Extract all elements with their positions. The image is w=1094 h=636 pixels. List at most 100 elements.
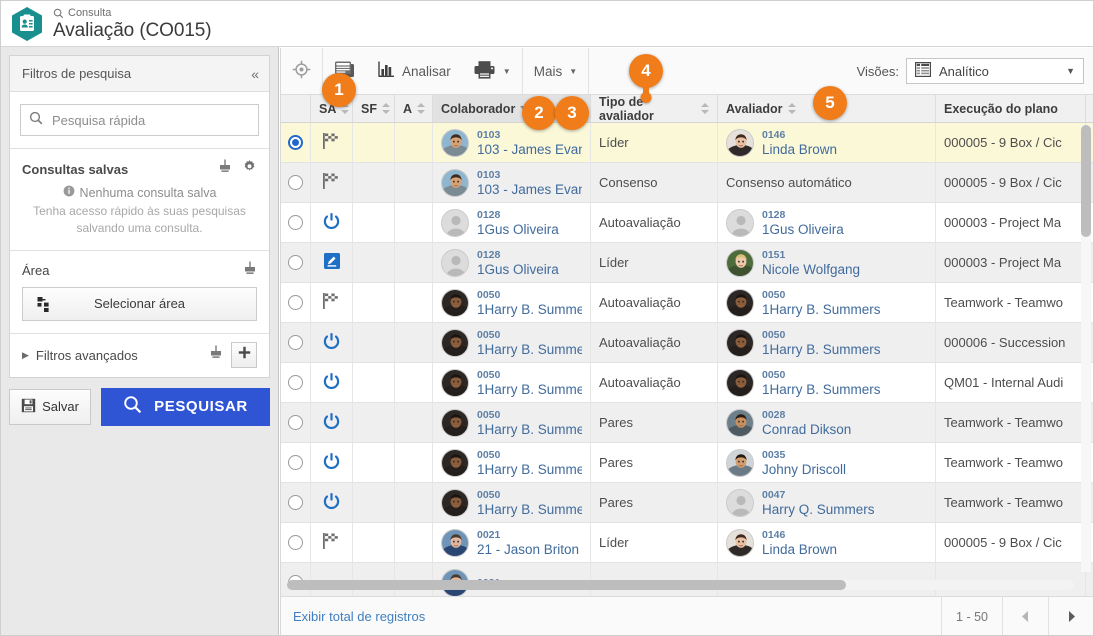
person-name[interactable]: 1Harry B. Summers (477, 342, 582, 357)
show-total-records-link[interactable]: Exibir total de registros (293, 609, 425, 624)
sort-icon[interactable] (417, 103, 425, 114)
row-select-cell[interactable] (281, 403, 311, 442)
search-input[interactable] (50, 111, 250, 129)
person-name[interactable]: 21 - Jason Briton (477, 542, 579, 557)
column-header-tipo-avaliador[interactable]: Tipo de avaliador (591, 95, 718, 123)
quick-search-box[interactable] (20, 104, 259, 136)
row-radio[interactable] (288, 135, 303, 150)
table-row[interactable]: 0021 21 - Jason Briton Líder 0146 Linda Brow… (281, 523, 1093, 563)
person-name[interactable]: 1Harry B. Summers (762, 382, 881, 397)
sort-icon[interactable] (787, 103, 797, 114)
grid-horizontal-scroll-thumb[interactable] (287, 580, 846, 590)
person-name[interactable]: 1Harry B. Summers (477, 502, 582, 517)
person-name[interactable]: 1Harry B. Summers (477, 302, 582, 317)
row-radio[interactable] (288, 215, 303, 230)
power-icon[interactable] (322, 412, 341, 434)
checkered-flag-icon[interactable] (322, 172, 341, 193)
person-name[interactable]: Linda Brown (762, 142, 837, 157)
row-select-cell[interactable] (281, 483, 311, 522)
person-name[interactable]: 1Harry B. Summers (762, 302, 881, 317)
row-radio[interactable] (288, 295, 303, 310)
advanced-filters-toggle[interactable]: ▶ Filtros avançados (22, 348, 201, 363)
table-row[interactable]: 0103 103 - James Evans Consenso Consenso au… (281, 163, 1093, 203)
person-name[interactable]: 103 - James Evans (477, 182, 582, 197)
row-radio[interactable] (288, 535, 303, 550)
more-button[interactable]: Mais ▼ (523, 48, 588, 95)
grid-horizontal-scrollbar[interactable] (287, 580, 1074, 590)
clear-filter-icon[interactable] (243, 261, 257, 281)
analyze-button[interactable]: Analisar (367, 48, 462, 95)
pagination-prev-button[interactable] (1002, 596, 1048, 635)
table-row[interactable]: 00501Harry B. SummersAutoavaliação00501H… (281, 283, 1093, 323)
person-name[interactable]: 1Gus Oliveira (477, 222, 559, 237)
row-select-cell[interactable] (281, 363, 311, 402)
row-radio[interactable] (288, 375, 303, 390)
table-row[interactable]: 00501Harry B. Summers Pares 0035Johny Dris… (281, 443, 1093, 483)
person-name[interactable]: 1Harry B. Summers (477, 422, 582, 437)
row-select-cell[interactable] (281, 443, 311, 482)
views-select[interactable]: Analítico ▼ (906, 58, 1084, 84)
power-icon[interactable] (322, 452, 341, 474)
table-row[interactable]: 0128 1Gus Oliveira Autoavaliação 0128 1Gus O… (281, 203, 1093, 243)
table-row[interactable]: 00501Harry B. Summers Pares 0047Harry Q. S… (281, 483, 1093, 523)
row-select-cell[interactable] (281, 323, 311, 362)
table-row[interactable]: 0128 1Gus Oliveira Líder 0151 Nicole Wolfgan… (281, 243, 1093, 283)
row-select-cell[interactable] (281, 523, 311, 562)
person-name[interactable]: Linda Brown (762, 542, 837, 557)
power-icon[interactable] (322, 332, 341, 354)
person-name[interactable]: Conrad Dikson (762, 422, 851, 437)
row-radio[interactable] (288, 335, 303, 350)
table-row[interactable]: 00501Harry B. Summers Pares 0028Conrad Dik… (281, 403, 1093, 443)
person-name[interactable]: 1Harry B. Summers (477, 382, 582, 397)
print-button[interactable]: ▼ (462, 48, 522, 95)
gear-icon[interactable] (242, 159, 257, 179)
add-filter-button[interactable] (231, 342, 257, 369)
row-radio[interactable] (288, 255, 303, 270)
row-select-cell[interactable] (281, 283, 311, 322)
person-name[interactable]: 1Harry B. Summers (762, 342, 881, 357)
column-header-sf[interactable]: SF (353, 95, 395, 122)
row-radio[interactable] (288, 455, 303, 470)
clear-filter-icon[interactable] (218, 159, 232, 179)
power-icon[interactable] (322, 372, 341, 394)
save-button[interactable]: Salvar (9, 388, 91, 425)
row-radio[interactable] (288, 415, 303, 430)
checkered-flag-icon[interactable] (322, 292, 341, 313)
row-radio[interactable] (288, 495, 303, 510)
target-button[interactable] (281, 48, 322, 95)
pagination-next-button[interactable] (1048, 596, 1093, 635)
grid-vertical-scroll-thumb[interactable] (1081, 125, 1091, 237)
sort-icon[interactable] (381, 103, 391, 114)
person-name[interactable]: Nicole Wolfgang (762, 262, 860, 277)
clear-filter-icon[interactable] (209, 345, 223, 365)
person-name[interactable]: 1Gus Oliveira (762, 222, 844, 237)
row-select-cell[interactable] (281, 123, 311, 162)
person-name[interactable]: Harry Q. Summers (762, 502, 875, 517)
person-name[interactable]: 1Harry B. Summers (477, 462, 582, 477)
power-icon[interactable] (322, 492, 341, 514)
row-select-cell[interactable] (281, 203, 311, 242)
search-button[interactable]: PESQUISAR (101, 387, 270, 426)
person-name[interactable]: 1Gus Oliveira (477, 262, 559, 277)
sort-icon[interactable] (700, 103, 709, 114)
avatar (726, 488, 754, 517)
table-row[interactable]: 00501Harry B. SummersAutoavaliação00501H… (281, 363, 1093, 403)
edit-box-icon[interactable] (323, 252, 341, 273)
table-row[interactable]: 0103 103 - James Evans Líder 0146 Linda Brow… (281, 123, 1093, 163)
power-icon[interactable] (322, 212, 341, 234)
checkered-flag-icon[interactable] (322, 132, 341, 153)
select-area-button[interactable]: Selecionar área (22, 286, 257, 321)
grid-vertical-scrollbar[interactable] (1081, 125, 1091, 572)
column-header-a[interactable]: A (395, 95, 433, 122)
row-select-cell[interactable] (281, 243, 311, 282)
callout-badge-3: 3 (555, 96, 589, 130)
checkered-flag-icon[interactable] (322, 532, 341, 553)
info-icon (63, 185, 75, 200)
person-name[interactable]: 103 - James Evans (477, 142, 582, 157)
chevron-double-left-icon[interactable]: « (251, 66, 259, 82)
table-row[interactable]: 00501Harry B. SummersAutoavaliação00501H… (281, 323, 1093, 363)
person-name[interactable]: Johny Driscoll (762, 462, 846, 477)
column-header-execucao[interactable]: Execução do plano (936, 95, 1086, 122)
row-radio[interactable] (288, 175, 303, 190)
row-select-cell[interactable] (281, 163, 311, 202)
